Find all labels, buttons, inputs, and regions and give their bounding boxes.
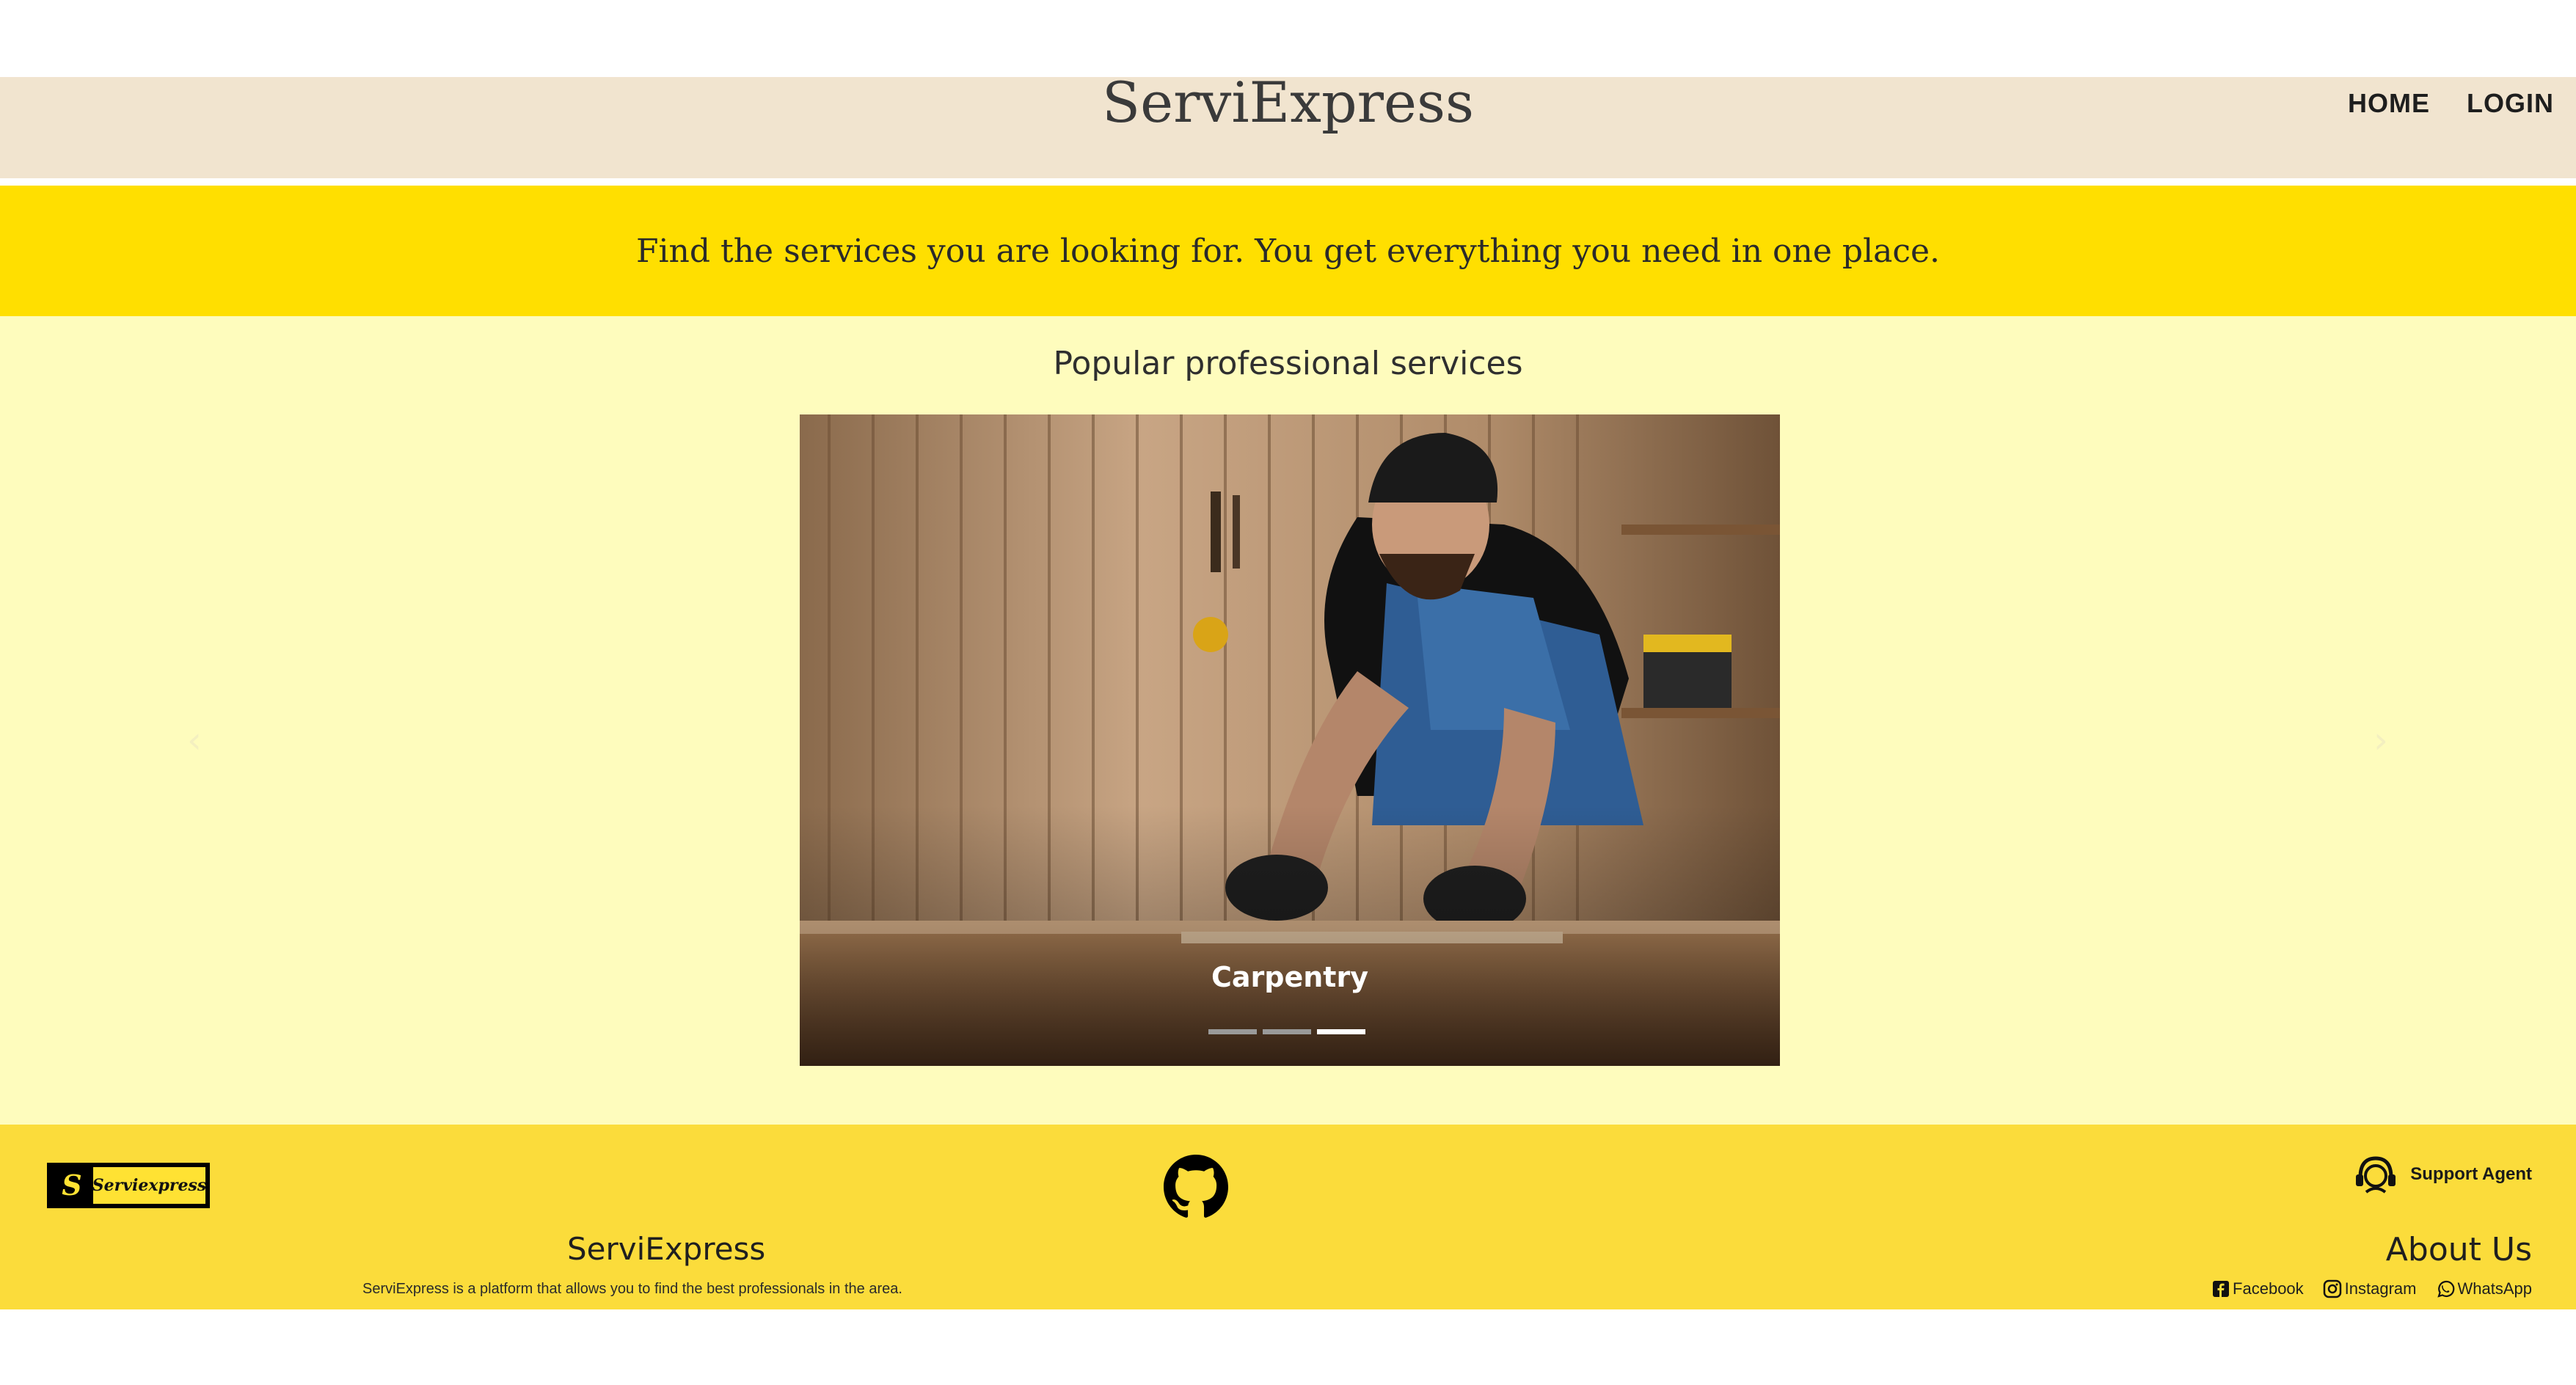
carousel-prev-icon[interactable]: ‹ [187, 719, 202, 761]
carousel-next-icon[interactable]: › [2374, 719, 2388, 761]
hero-banner: Find the services you are looking for. Y… [0, 186, 2576, 316]
carousel-indicator-2[interactable] [1263, 1029, 1311, 1034]
whatsapp-label: WhatsApp [2457, 1279, 2533, 1298]
nav-login-link[interactable]: LOGIN [2467, 88, 2554, 119]
instagram-label: Instagram [2344, 1279, 2417, 1298]
footer-brand-title: ServiExpress [567, 1231, 766, 1267]
whatsapp-link[interactable]: WhatsApp [2436, 1279, 2533, 1298]
facebook-icon [2213, 1281, 2230, 1297]
main-nav: HOME LOGIN [2348, 88, 2554, 119]
facebook-label: Facebook [2233, 1279, 2304, 1298]
support-agent-icon [2356, 1156, 2396, 1194]
section-title: Popular professional services [1053, 345, 1523, 382]
instagram-icon [2323, 1279, 2341, 1298]
support-agent-link[interactable]: Support Agent [2354, 1155, 2532, 1194]
footer-logo-text: Serviexpress [92, 1167, 206, 1204]
facebook-link[interactable]: Facebook [2212, 1279, 2304, 1298]
github-icon[interactable] [1164, 1155, 1228, 1219]
footer-description: ServiExpress is a platform that allows y… [362, 1281, 902, 1297]
instagram-link[interactable]: Instagram [2323, 1279, 2417, 1298]
carousel-indicators [1208, 1029, 1365, 1034]
carousel-indicator-1[interactable] [1208, 1029, 1257, 1034]
service-carousel[interactable]: Carpentry [800, 414, 1780, 1066]
hero-banner-text: Find the services you are looking for. Y… [635, 232, 1941, 270]
carousel-caption: Carpentry [1211, 961, 1368, 993]
nav-home-link[interactable]: HOME [2348, 88, 2430, 119]
support-agent-label: Support Agent [2410, 1164, 2532, 1184]
social-links: Facebook Instagram WhatsApp [2212, 1279, 2532, 1298]
about-us-link[interactable]: About Us [2386, 1231, 2532, 1268]
footer-logo[interactable]: S Serviexpress [47, 1163, 210, 1208]
carousel-indicator-3-active[interactable] [1317, 1029, 1365, 1034]
whatsapp-icon [2437, 1280, 2454, 1298]
site-brand-title[interactable]: ServiExpress [0, 70, 2576, 135]
logo-s-icon: S [62, 1169, 82, 1202]
